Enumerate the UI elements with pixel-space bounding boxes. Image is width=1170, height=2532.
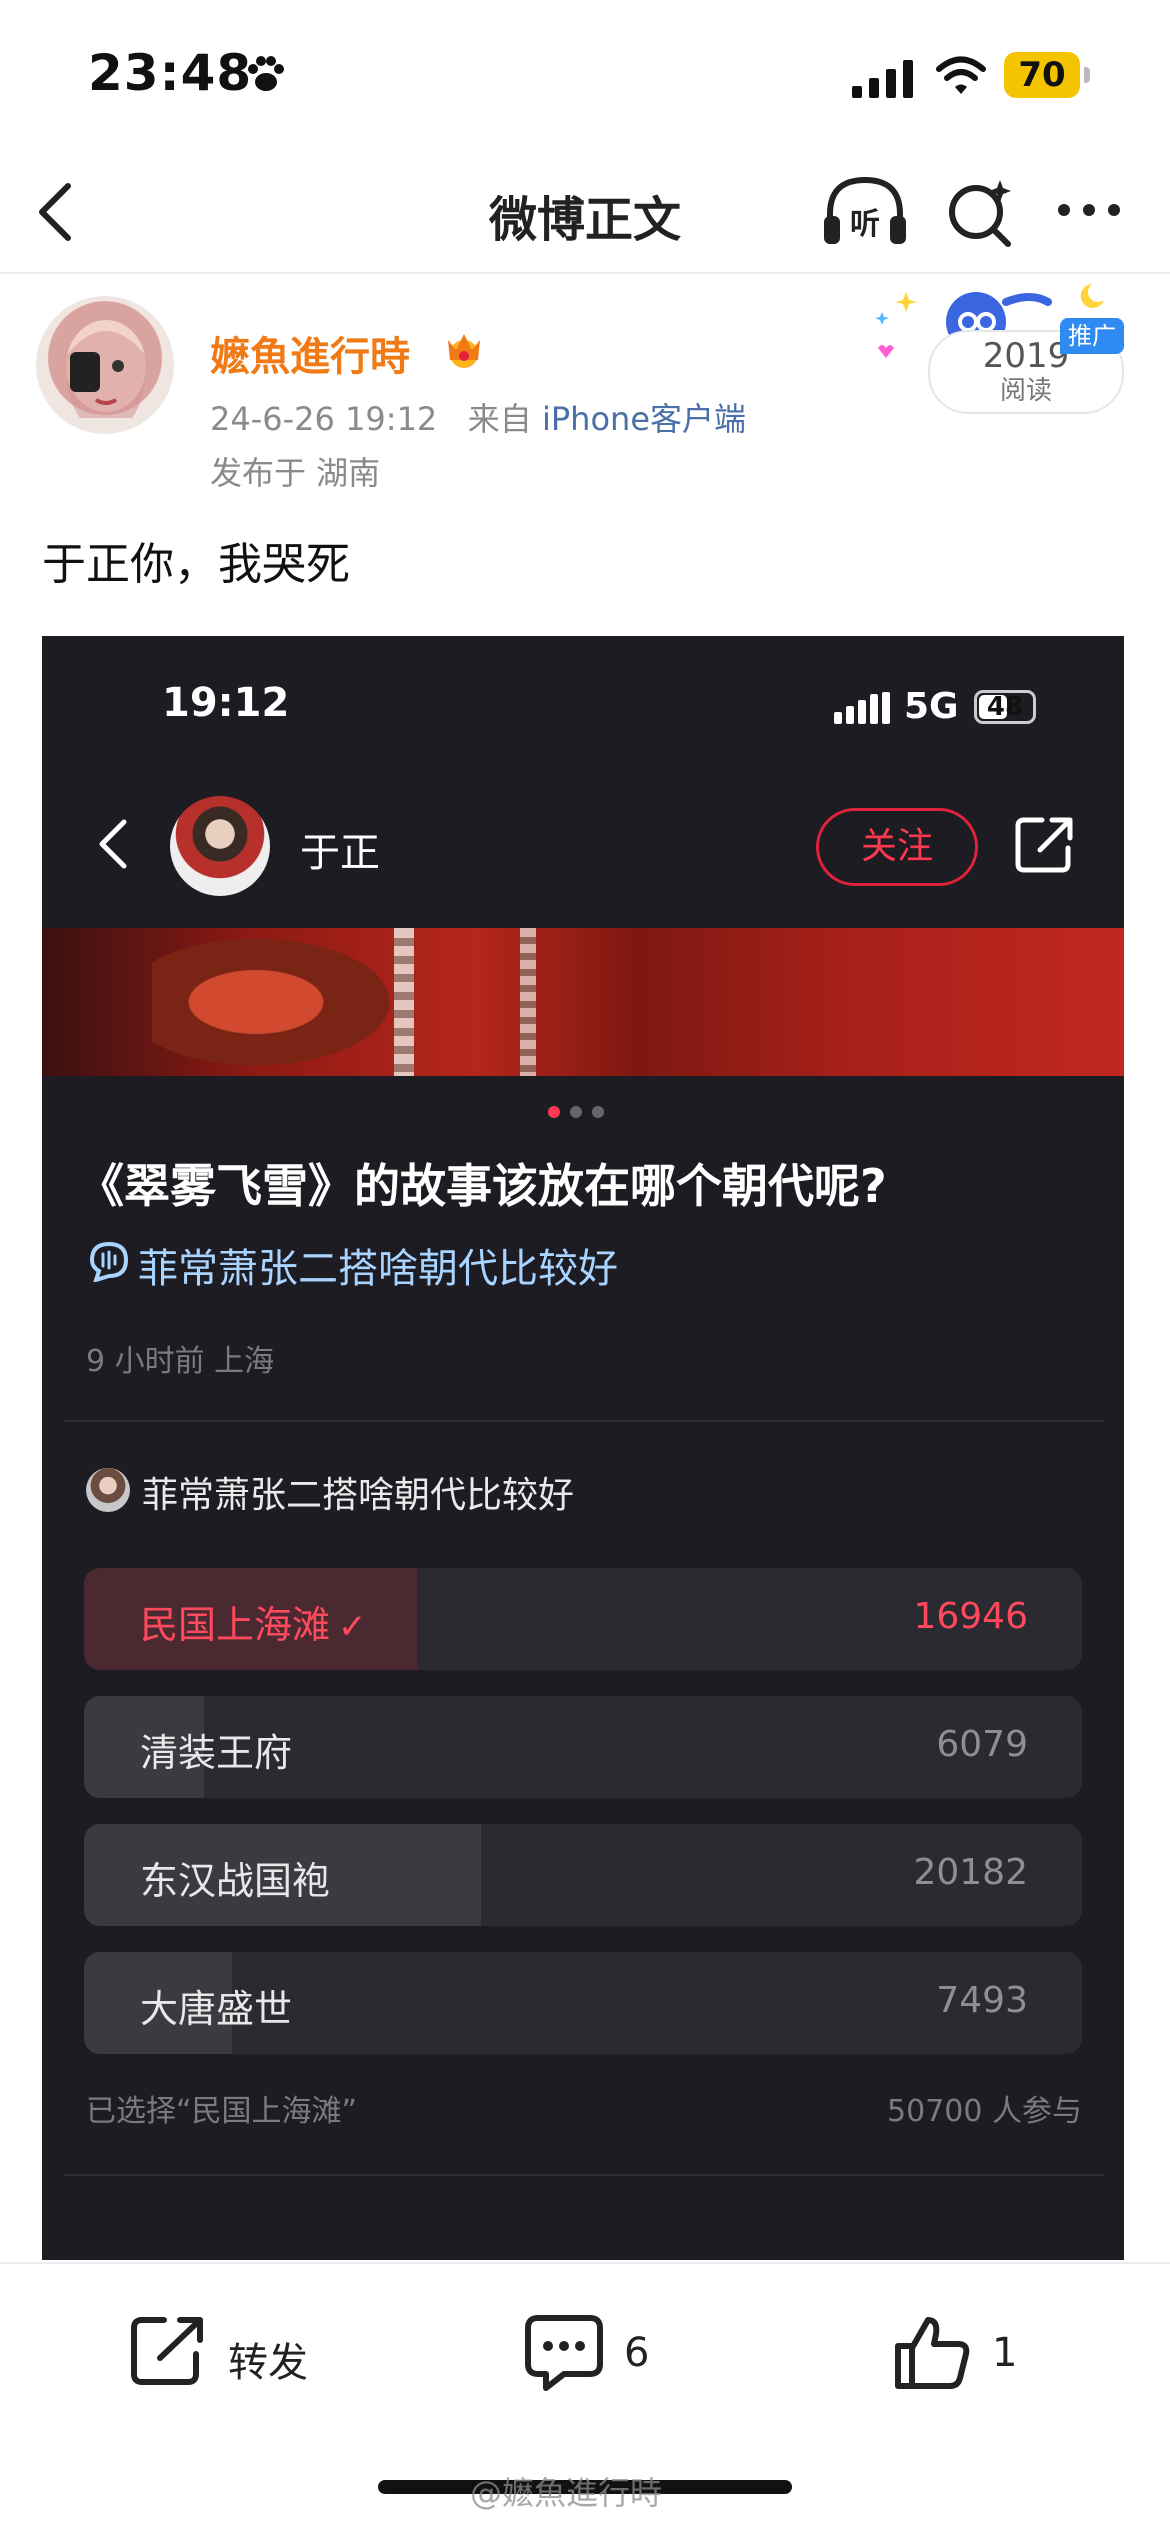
- poll-option: 民国上海滩 ✓ 16946: [84, 1568, 1082, 1670]
- watermark: @嬷魚進行時: [470, 2474, 663, 2512]
- poll-option: 清装王府 6079: [84, 1696, 1082, 1798]
- poll-option-label: 东汉战国袍: [140, 1859, 331, 1903]
- repost-button[interactable]: 转发: [130, 2304, 330, 2394]
- embedded-time-location: 9 小时前 上海: [86, 1344, 275, 1379]
- embedded-back-icon: [99, 819, 127, 869]
- poll-option-count: 20182: [913, 1852, 1028, 1893]
- topic-chat-icon: [89, 1241, 129, 1282]
- wifi-icon: [936, 56, 986, 94]
- status-bar: 23:48 70: [0, 0, 1170, 150]
- embedded-battery-icon: 48: [974, 690, 1036, 724]
- embedded-network: 5G: [904, 686, 959, 727]
- poll-participants: 50700 人参与: [887, 2094, 1082, 2129]
- embedded-follow-button: 关注: [816, 808, 978, 886]
- comment-icon: [525, 2315, 603, 2391]
- embedded-status-time: 19:12: [162, 680, 290, 726]
- check-icon: ✓: [338, 1607, 367, 1647]
- poll-option-count: 7493: [936, 1980, 1028, 2021]
- user-avatar[interactable]: [36, 296, 174, 434]
- repost-label: 转发: [228, 2340, 308, 2386]
- poll-option-label: 清装王府: [140, 1731, 293, 1775]
- embedded-banner-image: [42, 928, 1124, 1076]
- poll-avatar: [86, 1468, 130, 1512]
- repost-icon: [131, 2317, 203, 2385]
- poll-option: 大唐盛世 7493: [84, 1952, 1082, 2054]
- embedded-share-icon: [1015, 817, 1073, 873]
- source-prefix: 来自: [467, 400, 532, 438]
- thumbs-up-icon: [895, 2317, 970, 2389]
- battery-icon: 70: [1004, 52, 1090, 98]
- crown-badge-icon: [448, 334, 480, 368]
- divider: [64, 2174, 1104, 2176]
- embedded-question: 《翠雾飞雪》的故事该放在哪个朝代呢?: [78, 1159, 887, 1213]
- embedded-battery-level: 48: [986, 692, 1024, 722]
- listen-headphones-icon[interactable]: 听: [822, 174, 908, 250]
- status-time: 23:48: [88, 44, 253, 102]
- poll-option-count: 16946: [913, 1596, 1028, 1637]
- post-meta: 24-6-26 19:12 来自 iPhone客户端: [210, 394, 746, 440]
- poll-option-count: 6079: [936, 1724, 1028, 1765]
- nav-bar: 微博正文 听: [0, 150, 1170, 274]
- svg-text:听: 听: [850, 207, 880, 242]
- embedded-author-name: 于正: [300, 830, 380, 876]
- poll-title: 菲常萧张二搭啥朝代比较好: [142, 1475, 575, 1516]
- more-icon[interactable]: [1054, 190, 1124, 230]
- carousel-indicator: [548, 1106, 618, 1120]
- divider: [64, 1420, 1104, 1422]
- embedded-author-avatar: [170, 796, 270, 896]
- poll-selected-note: 已选择“民国上海滩”: [86, 2094, 358, 2129]
- search-sparkle-icon[interactable]: [944, 176, 1016, 248]
- cellular-signal-icon: [852, 60, 913, 98]
- embedded-topic: 菲常萧张二搭啥朝代比较好: [138, 1246, 618, 1292]
- like-button[interactable]: 1: [892, 2304, 1032, 2394]
- comment-count: 6: [624, 2330, 650, 2376]
- embedded-signal-icon: [834, 692, 890, 724]
- source-link[interactable]: iPhone客户端: [542, 400, 746, 438]
- embedded-screenshot[interactable]: 19:12 5G 48 于正 关注 《翠雾飞雪》的故事该放在哪个朝代呢? 菲常萧…: [42, 636, 1124, 2260]
- read-label: 阅读: [999, 376, 1052, 406]
- battery-level: 70: [1004, 52, 1080, 98]
- like-count: 1: [992, 2330, 1018, 2376]
- promo-tag[interactable]: 推广: [1060, 318, 1124, 354]
- post-date: 24-6-26 19:12: [210, 400, 438, 438]
- post-location: 发布于 湖南: [210, 454, 381, 492]
- comment-button[interactable]: 6: [524, 2304, 664, 2394]
- paw-icon: [248, 56, 284, 91]
- post-text: 于正你，我哭死: [42, 539, 350, 590]
- username[interactable]: 嬷魚進行時: [210, 324, 410, 382]
- poll-option: 东汉战国袍 20182: [84, 1824, 1082, 1926]
- poll-option-label: 民国上海滩: [140, 1603, 331, 1647]
- poll-option-label: 大唐盛世: [140, 1987, 293, 2031]
